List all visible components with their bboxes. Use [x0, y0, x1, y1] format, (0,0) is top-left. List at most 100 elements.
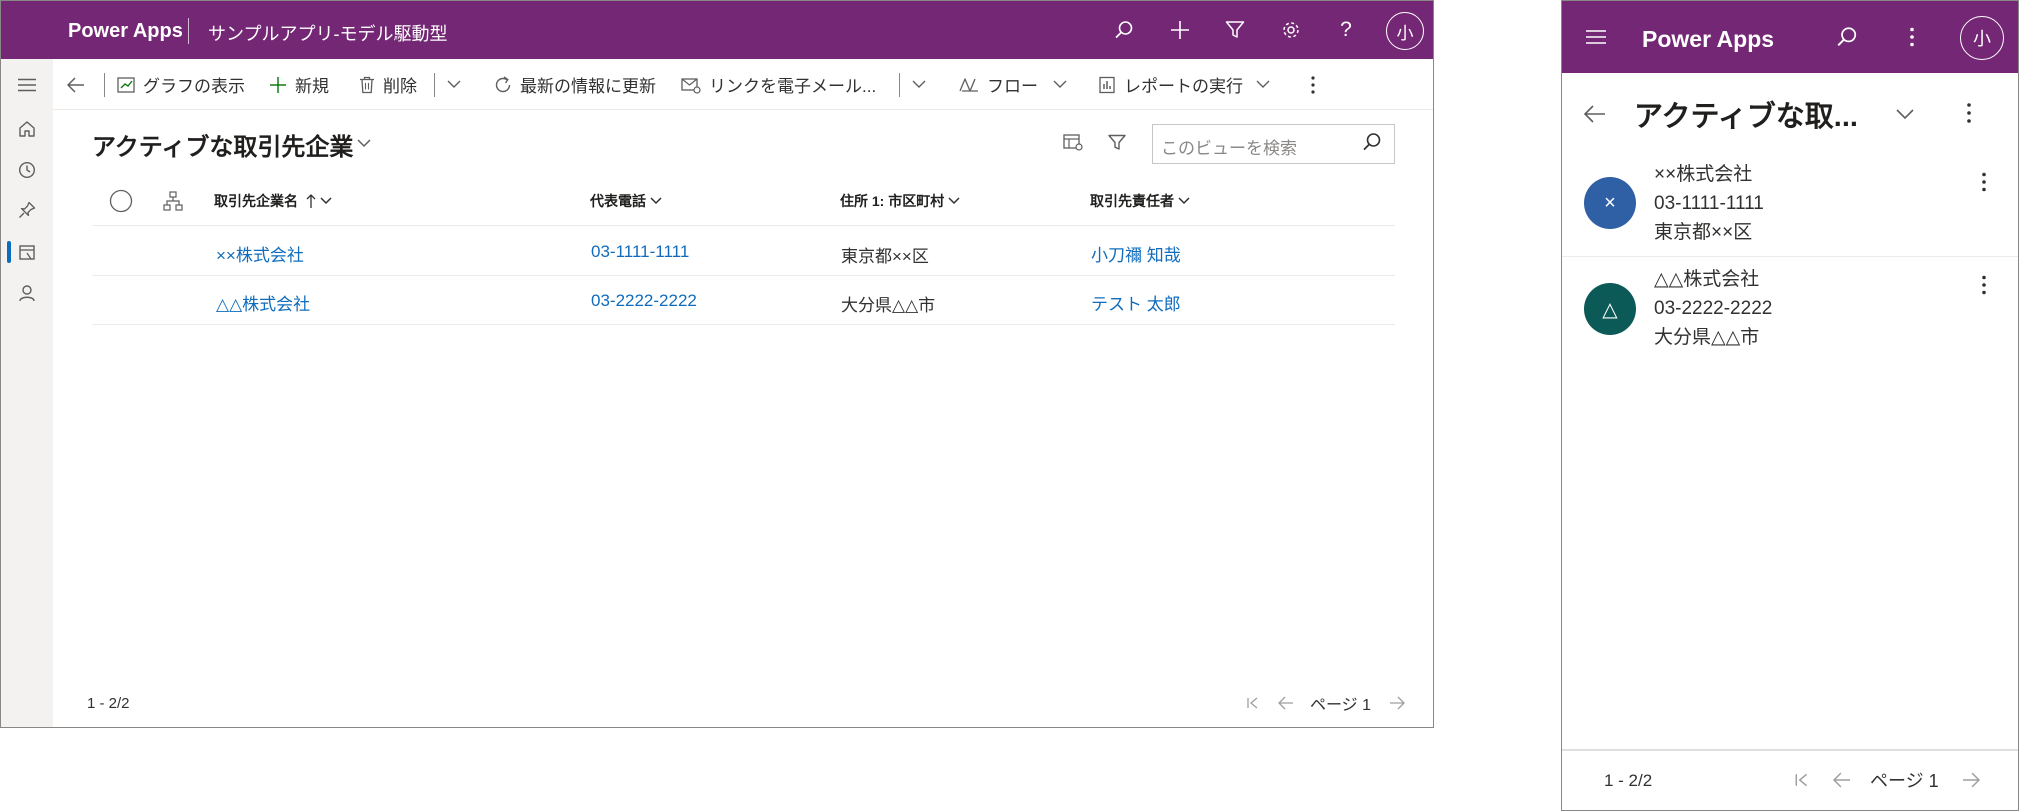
column-header-city[interactable]: 住所 1: 市区町村 [840, 190, 960, 212]
column-header-phone[interactable]: 代表電話 [590, 190, 662, 212]
record-count: 1 - 2/2 [1604, 771, 1653, 790]
search-icon[interactable] [1109, 15, 1139, 45]
account-city: 大分県△△市 [1654, 327, 1760, 348]
column-chevron-icon [948, 197, 960, 205]
next-page-icon[interactable] [1961, 772, 1981, 788]
contacts-person-icon[interactable] [1, 275, 53, 311]
back-arrow-icon[interactable] [1583, 105, 1606, 128]
column-header-primary-contact[interactable]: 取引先責任者 [1090, 190, 1190, 212]
item-more-icon[interactable] [1974, 271, 1994, 299]
view-more-icon[interactable] [1967, 102, 1971, 129]
column-chevron-icon [650, 197, 662, 205]
recent-clock-icon[interactable] [1, 152, 53, 188]
view-search-icon[interactable] [1362, 132, 1382, 157]
account-phone: 03-1111-1111 [1654, 193, 1764, 214]
flow-label: フロー [987, 77, 1038, 96]
command-divider [104, 73, 105, 97]
mobile-window: Power Apps 小 アクティブな取... × ××株式会社 03-1111… [1561, 0, 2019, 811]
previous-page-icon[interactable] [1278, 696, 1294, 710]
user-avatar[interactable]: 小 [1386, 12, 1424, 50]
plus-icon [270, 76, 286, 93]
desktop-window: Power Apps サンプルアプリ-モデル駆動型 ? 小 グラフの表示 新規 … [0, 0, 1434, 728]
page-number: ページ 1 [1310, 697, 1372, 714]
search-icon[interactable] [1831, 21, 1863, 53]
account-name-link[interactable]: △△株式会社 [216, 290, 310, 315]
item-more-icon[interactable] [1974, 168, 1994, 196]
pagination: ページ 1 [1794, 767, 1981, 793]
pin-icon[interactable] [1, 192, 53, 228]
view-title[interactable]: アクティブな取... [1634, 93, 1858, 135]
view-search-input[interactable] [1152, 124, 1395, 164]
command-divider [434, 73, 435, 97]
hierarchy-icon[interactable] [163, 190, 183, 212]
column-chevron-icon [320, 197, 332, 205]
flow-chevron-icon[interactable] [1053, 59, 1075, 110]
flow-icon [959, 77, 978, 92]
first-page-icon[interactable] [1246, 696, 1260, 710]
primary-contact-link[interactable]: 小刀禰 知哉 [1091, 241, 1181, 266]
refresh-label: 最新の情報に更新 [520, 77, 656, 96]
delete-button[interactable]: 削除 [359, 59, 417, 110]
email-link-icon [681, 77, 701, 94]
column-header-account-name[interactable]: 取引先企業名 [214, 190, 332, 212]
brand-title[interactable]: Power Apps [1642, 26, 1774, 53]
column-header-phone-label: 代表電話 [590, 193, 646, 209]
chart-icon [117, 76, 135, 93]
add-icon[interactable] [1165, 15, 1195, 45]
account-name-link[interactable]: ××株式会社 [216, 241, 304, 266]
left-navigation-rail [1, 59, 53, 727]
view-filter-icon[interactable] [1108, 134, 1126, 156]
more-options-icon[interactable] [1896, 21, 1928, 53]
view-title[interactable]: アクティブな取引先企業 [92, 127, 353, 162]
show-chart-label: グラフの表示 [143, 77, 245, 96]
email-more-chevron-icon[interactable] [912, 59, 934, 110]
command-divider [899, 73, 900, 97]
new-label: 新規 [295, 77, 329, 96]
column-header-city-label: 住所 1: 市区町村 [840, 193, 945, 209]
command-bar: グラフの表示 新規 削除 最新の情報に更新 リンクを電子メール... フロー レ… [53, 59, 1433, 110]
next-page-icon[interactable] [1389, 696, 1405, 710]
row-divider [92, 275, 1395, 276]
footer-divider [1562, 749, 2018, 751]
settings-gear-icon[interactable] [1276, 15, 1306, 45]
primary-contact-link[interactable]: テスト 太郎 [1091, 290, 1181, 315]
phone-link[interactable]: 03-1111-1111 [591, 242, 689, 262]
page-number: ページ 1 [1870, 771, 1939, 791]
list-item-text: △△株式会社 03-2222-2222 大分県△△市 [1654, 265, 1772, 352]
list-item-text: ××株式会社 03-1111-1111 東京都××区 [1654, 160, 1764, 247]
show-chart-button[interactable]: グラフの表示 [117, 59, 245, 110]
flow-button[interactable]: フロー [959, 59, 1038, 110]
run-report-button[interactable]: レポートの実行 [1098, 59, 1243, 110]
account-name: △△株式会社 [1654, 269, 1760, 290]
phone-link[interactable]: 03-2222-2222 [591, 291, 697, 311]
accounts-entity-icon[interactable] [1, 234, 53, 270]
refresh-button[interactable]: 最新の情報に更新 [494, 59, 656, 110]
view-selector-chevron-icon[interactable] [357, 135, 371, 153]
previous-page-icon[interactable] [1832, 772, 1852, 788]
table-header-divider [92, 225, 1395, 226]
email-link-label: リンクを電子メール... [709, 77, 877, 96]
view-selector-chevron-icon[interactable] [1896, 107, 1914, 125]
back-button[interactable] [67, 59, 93, 110]
select-all-checkbox[interactable] [109, 189, 133, 213]
brand-title[interactable]: Power Apps [68, 20, 183, 43]
delete-more-chevron-icon[interactable] [447, 59, 469, 110]
edit-columns-icon[interactable] [1063, 133, 1083, 156]
filter-icon[interactable] [1220, 15, 1250, 45]
report-chevron-icon[interactable] [1256, 59, 1278, 110]
hamburger-icon[interactable] [1, 67, 53, 103]
more-commands-icon[interactable] [1311, 59, 1323, 110]
app-name[interactable]: サンプルアプリ-モデル駆動型 [208, 20, 447, 46]
account-phone: 03-2222-2222 [1654, 298, 1773, 319]
user-avatar[interactable]: 小 [1960, 16, 2004, 60]
home-icon[interactable] [1, 111, 53, 147]
city-cell: 大分県△△市 [841, 296, 936, 315]
trash-icon [360, 76, 374, 93]
hamburger-icon[interactable] [1580, 21, 1612, 53]
new-button[interactable]: 新規 [269, 59, 329, 110]
account-city: 東京都××区 [1654, 222, 1753, 243]
help-icon[interactable]: ? [1331, 15, 1361, 45]
email-link-button[interactable]: リンクを電子メール... [681, 59, 876, 110]
record-count: 1 - 2/2 [87, 695, 130, 712]
first-page-icon[interactable] [1794, 772, 1810, 788]
